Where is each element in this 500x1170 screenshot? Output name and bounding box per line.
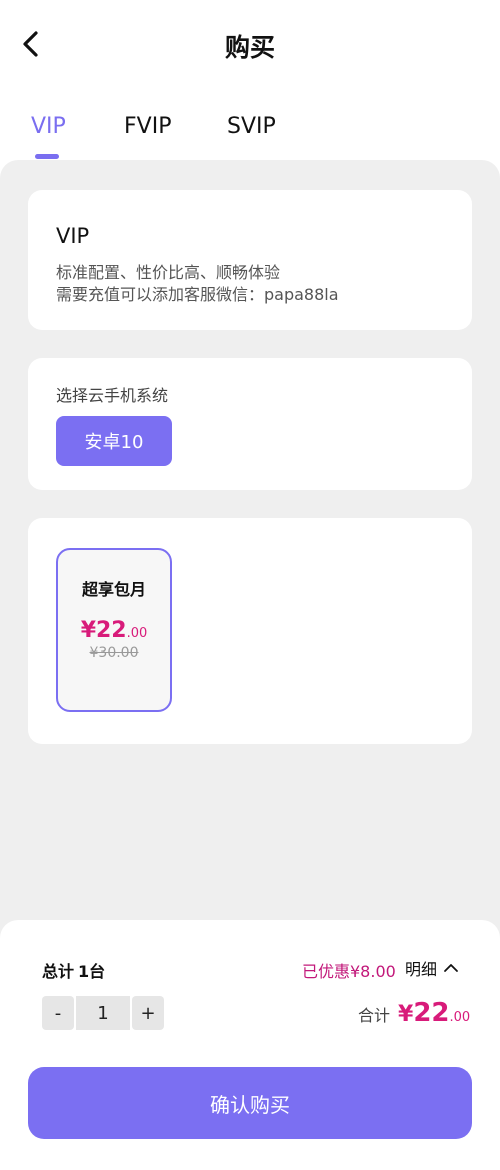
- total-price-currency: ¥: [398, 1002, 414, 1027]
- plan-price-decimal: .00: [126, 626, 148, 641]
- tab-active-indicator: [35, 154, 59, 159]
- tab-bar: VIP FVIP SVIP: [0, 110, 500, 162]
- plan-original-price: ¥30.00: [89, 645, 139, 661]
- detail-toggle[interactable]: 明细: [405, 956, 459, 980]
- plan-price-integer: 22: [96, 618, 127, 643]
- plan-info-card: VIP 标准配置、性价比高、顺畅体验 需要充值可以添加客服微信：papa88la: [28, 190, 472, 330]
- total-price-decimal: .00: [449, 1010, 471, 1025]
- confirm-purchase-button[interactable]: 确认购买: [28, 1067, 472, 1139]
- total-price-label: 合计: [358, 1006, 391, 1025]
- total-count: 总计 1台: [42, 958, 105, 982]
- purchase-page: 购买 VIP FVIP SVIP VIP 标准配置、性价比高、顺畅体验 需要充值…: [0, 0, 500, 1170]
- content-area: VIP 标准配置、性价比高、顺畅体验 需要充值可以添加客服微信：papa88la…: [0, 160, 500, 960]
- system-select-card: 选择云手机系统 安卓10: [28, 358, 472, 490]
- plan-options-card: 超享包月 ¥22.00 ¥30.00: [28, 518, 472, 744]
- plan-info-desc-line1: 标准配置、性价比高、顺畅体验: [56, 263, 281, 282]
- quantity-value[interactable]: 1: [76, 996, 130, 1030]
- checkout-panel: 总计 1台 已优惠¥8.00 明细 - 1 + 合计 ¥22.00 确认购买: [0, 920, 500, 1170]
- tab-vip[interactable]: VIP: [31, 114, 66, 139]
- plan-info-title: VIP: [56, 224, 90, 248]
- system-option-android10[interactable]: 安卓10: [56, 416, 172, 466]
- plan-price-currency: ¥: [80, 618, 96, 643]
- discount-amount: 已优惠¥8.00: [302, 962, 396, 981]
- total-count-label: 总计: [42, 962, 75, 981]
- total-price: 合计 ¥22.00: [358, 998, 470, 1028]
- system-select-label: 选择云手机系统: [56, 386, 169, 405]
- total-count-value: 1台: [78, 962, 106, 981]
- tab-fvip[interactable]: FVIP: [124, 114, 171, 139]
- plan-option-name: 超享包月: [81, 580, 146, 599]
- page-title: 购买: [224, 33, 275, 62]
- plan-option-price: ¥22.00: [58, 618, 170, 643]
- tab-svip[interactable]: SVIP: [227, 114, 276, 139]
- plan-info-description: 标准配置、性价比高、顺畅体验 需要充值可以添加客服微信：papa88la: [56, 262, 339, 306]
- plan-option-monthly[interactable]: 超享包月 ¥22.00 ¥30.00: [56, 548, 172, 712]
- quantity-decrease-button[interactable]: -: [42, 996, 74, 1030]
- plan-info-desc-line2: 需要充值可以添加客服微信：papa88la: [56, 285, 339, 304]
- total-price-integer: 22: [413, 998, 450, 1028]
- quantity-stepper: - 1 +: [42, 996, 164, 1030]
- detail-label: 明细: [405, 960, 438, 979]
- header: 购买: [0, 0, 500, 90]
- chevron-up-icon: [444, 964, 458, 972]
- quantity-increase-button[interactable]: +: [132, 996, 164, 1030]
